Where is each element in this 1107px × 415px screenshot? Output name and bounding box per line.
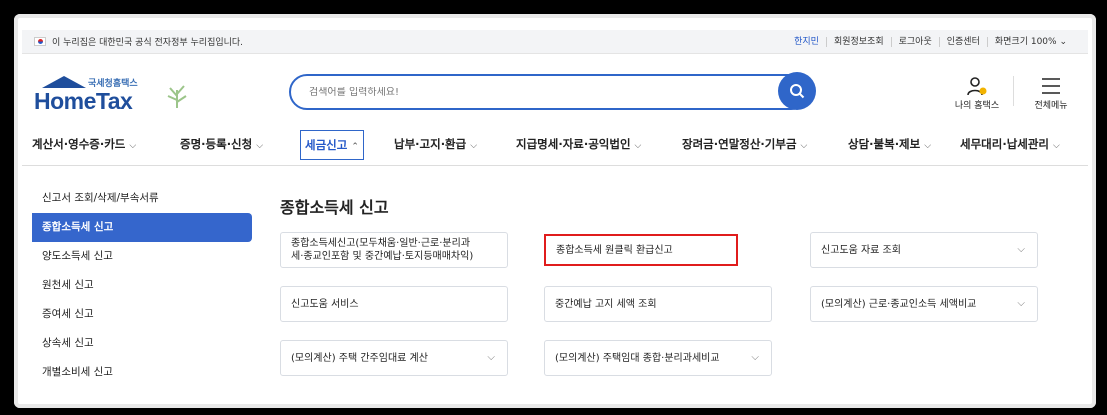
main-nav: 계산서·영수증·카드 ⌵ 증명·등록·신청 ⌵ 세금신고 ⌃ 납부·고지·환급 ⌵ 지급…: [22, 126, 1088, 166]
card-one-click-refund[interactable]: 종합소득세 원클릭 환급신고: [544, 234, 738, 266]
gov-notice-text: 이 누리집은 대한민국 공식 전자정부 누리집입니다.: [52, 38, 244, 48]
nav-tax-filing[interactable]: 세금신고 ⌃: [300, 130, 364, 160]
user-bell-icon: [967, 77, 987, 96]
header-divider: [1013, 76, 1014, 106]
nav-incentive[interactable]: 장려금·연말정산·기부금 ⌵: [682, 136, 807, 152]
all-menu-label: 전체메뉴: [1034, 101, 1068, 111]
nav-consult[interactable]: 상담·불복·제보 ⌵: [848, 136, 931, 152]
card-line: 종합소득세신고(모두채움·일반·근로·분리과: [291, 238, 471, 249]
nav-invoice[interactable]: 계산서·영수증·카드 ⌵: [32, 136, 136, 152]
search-button[interactable]: [778, 72, 816, 110]
nav-label: 세무대리·납세관리: [960, 137, 1050, 151]
browser-frame: 이 누리집은 대한민국 공식 전자정부 누리집입니다. 한지민 회원정보조회 로…: [14, 14, 1096, 408]
logo-title: HomeTax: [34, 88, 133, 114]
search-input[interactable]: [309, 86, 749, 98]
chevron-down-icon: ⌵: [470, 141, 478, 151]
card-income-tax-filing[interactable]: 종합소득세신고(모두채움·일반·근로·분리과세·종교인포함 및 중간예납·토지등…: [280, 232, 508, 268]
nav-agent[interactable]: 세무대리·납세관리 ⌵: [960, 136, 1060, 152]
chevron-down-icon: ⌵: [924, 141, 932, 151]
nav-label: 지급명세·자료·공익법인: [516, 137, 631, 151]
chevron-down-icon: ⌵: [1017, 244, 1025, 255]
nav-certificate[interactable]: 증명·등록·신청 ⌵: [180, 136, 263, 152]
chevron-down-icon: ⌵: [751, 352, 759, 363]
side-item-income-tax[interactable]: 종합소득세 신고: [32, 213, 252, 242]
chevron-down-icon: ⌵: [256, 141, 264, 151]
card-label: 신고도움 서비스: [291, 298, 359, 310]
side-item-excise-tax[interactable]: 개별소비세 신고: [32, 358, 252, 387]
gov-notice-bar: 이 누리집은 대한민국 공식 전자정부 누리집입니다. 한지민 회원정보조회 로…: [22, 30, 1088, 54]
card-label: 중간예납 고지 세액 조회: [555, 298, 657, 310]
nav-statement[interactable]: 지급명세·자료·공익법인 ⌵: [516, 136, 641, 152]
card-label: (모의계산) 근로·종교인소득 세액비교: [821, 298, 977, 310]
hamburger-icon: [1042, 78, 1060, 94]
chevron-down-icon: ⌵: [487, 352, 495, 363]
side-item-withholding-tax[interactable]: 원천세 신고: [32, 271, 252, 300]
my-hometax-button[interactable]: 나의 홈택스: [952, 74, 1002, 111]
plant-icon: [162, 80, 192, 110]
my-hometax-label: 나의 홈택스: [954, 101, 1000, 111]
chevron-down-icon: ⌵: [1017, 298, 1025, 309]
side-item-inheritance-tax[interactable]: 상속세 신고: [32, 329, 252, 358]
card-line: 세·종교인포함 및 중간예납·토지등매매차익): [291, 251, 474, 262]
card-filing-help-data[interactable]: 신고도움 자료 조회 ⌵: [810, 232, 1038, 268]
side-item-gift-tax[interactable]: 증여세 신고: [32, 300, 252, 329]
korea-flag-icon: [34, 37, 46, 46]
side-item-transfer-tax[interactable]: 양도소득세 신고: [32, 242, 252, 271]
card-label: 종합소득세 원클릭 환급신고: [556, 244, 673, 256]
house-roof-icon: [42, 76, 86, 88]
nav-payment[interactable]: 납부·고지·환급 ⌵: [394, 136, 477, 152]
nav-label: 납부·고지·환급: [394, 137, 467, 151]
nav-label: 상담·불복·제보: [848, 137, 921, 151]
hometax-logo[interactable]: 국세청홈택스 HomeTax: [34, 72, 194, 116]
card-simulate-wage-comparison[interactable]: (모의계산) 근로·종교인소득 세액비교 ⌵: [810, 286, 1038, 322]
nav-label: 증명·등록·신청: [180, 137, 253, 151]
card-label: (모의계산) 주택 간주임대료 계산: [291, 352, 428, 364]
card-label: (모의계산) 주택임대 종합·분리과세비교: [555, 352, 720, 364]
search-icon: [790, 84, 805, 99]
logout-link[interactable]: 로그아웃: [890, 36, 939, 47]
chevron-down-icon: ⌵: [634, 141, 642, 151]
nav-label: 세금신고: [305, 138, 348, 152]
cert-center-link[interactable]: 인증센터: [938, 36, 987, 47]
member-info-link[interactable]: 회원정보조회: [825, 36, 891, 47]
chevron-up-icon: ⌃: [351, 142, 359, 152]
card-simulate-rental-comparison[interactable]: (모의계산) 주택임대 종합·분리과세비교 ⌵: [544, 340, 772, 376]
chevron-down-icon: ⌵: [129, 141, 137, 151]
card-label: 신고도움 자료 조회: [821, 244, 901, 256]
card-interim-prepayment[interactable]: 중간예납 고지 세액 조회: [544, 286, 772, 322]
side-menu: 신고서 조회/삭제/부속서류 종합소득세 신고 양도소득세 신고 원천세 신고 …: [32, 184, 252, 387]
nav-label: 장려금·연말정산·기부금: [682, 137, 797, 151]
chevron-down-icon: ⌵: [800, 141, 808, 151]
card-simulate-deemed-rent[interactable]: (모의계산) 주택 간주임대료 계산 ⌵: [280, 340, 508, 376]
search-bar: [289, 74, 809, 110]
all-menu-button[interactable]: 전체메뉴: [1026, 74, 1076, 111]
card-filing-help-service[interactable]: 신고도움 서비스: [280, 286, 508, 322]
chevron-down-icon: ⌵: [1053, 141, 1060, 151]
page-title: 종합소득세 신고: [280, 198, 389, 217]
util-links: 한지민 회원정보조회 로그아웃 인증센터 화면크기 100% ⌄: [787, 36, 1074, 47]
side-item-inquiry[interactable]: 신고서 조회/삭제/부속서류: [32, 184, 252, 213]
screen-size-select[interactable]: 화면크기 100% ⌄: [986, 36, 1074, 47]
nav-label: 계산서·영수증·카드: [32, 137, 126, 151]
user-name-link[interactable]: 한지민: [787, 37, 826, 47]
